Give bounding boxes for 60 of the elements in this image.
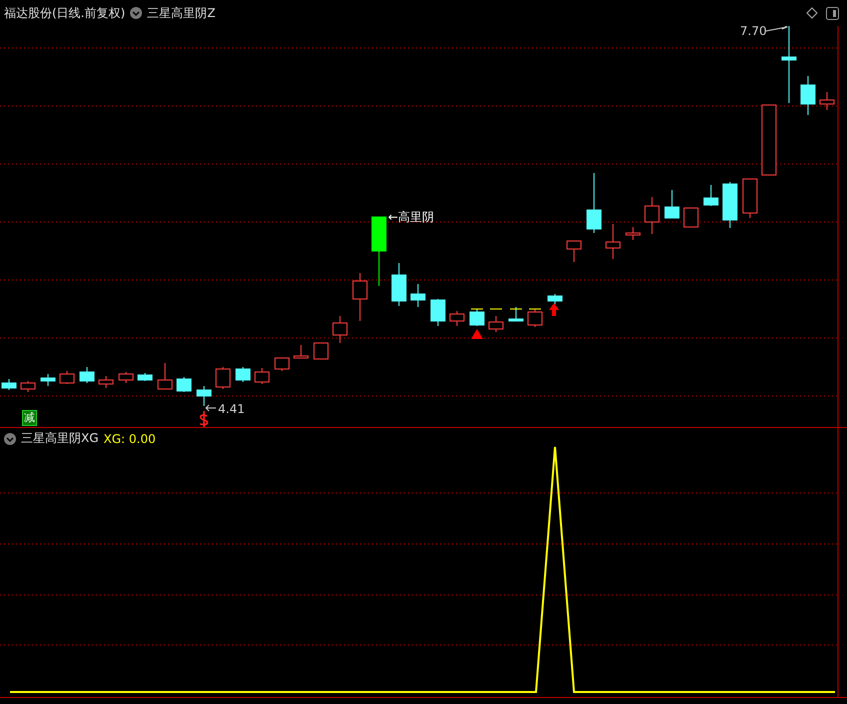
candlestick <box>586 172 602 234</box>
candlestick <box>40 374 56 386</box>
candlestick <box>20 380 36 392</box>
candlestick <box>80 366 94 384</box>
dollar-sign-icon <box>199 410 208 427</box>
candlestick <box>450 310 464 326</box>
low-price-label: 4.41 <box>218 402 245 416</box>
candlestick <box>392 262 406 306</box>
indicator-reading: XG: 0.00 <box>104 432 156 446</box>
indicator-name: 三星高里阴XG <box>21 430 99 447</box>
candlestick <box>196 386 212 406</box>
candlestick <box>60 370 74 384</box>
candlestick <box>332 316 348 344</box>
candlestick <box>762 104 776 176</box>
candlestick <box>216 366 230 390</box>
high-price-label: 7.70 <box>740 24 767 38</box>
stock-title: 福达股份(日线.前复权) <box>4 4 126 22</box>
candlestick <box>528 308 542 328</box>
candlestick <box>664 190 680 218</box>
candlestick <box>98 376 114 388</box>
candlestick <box>548 294 562 304</box>
candlestick <box>430 298 446 326</box>
marker-dashes-drawing <box>470 308 542 310</box>
panel-toggle-icon[interactable] <box>826 6 839 20</box>
candlestick <box>410 284 426 308</box>
candlestick <box>566 240 582 262</box>
candlestick <box>488 316 504 332</box>
diamond-icon[interactable] <box>806 7 818 19</box>
chevron-down-icon[interactable] <box>130 7 142 19</box>
candlestick <box>176 376 192 392</box>
candlestick <box>372 216 386 286</box>
candlestick <box>800 76 816 116</box>
candlestick <box>684 208 698 228</box>
reduce-badge: 减 <box>22 410 37 426</box>
candlestick <box>470 308 484 326</box>
chevron-down-icon[interactable] <box>4 432 16 444</box>
candlestick <box>236 366 250 382</box>
candlestick <box>352 272 368 322</box>
candlestick <box>704 184 718 206</box>
candlestick <box>606 224 620 260</box>
candlestick <box>820 92 834 110</box>
candlestick <box>274 358 290 372</box>
indicator-name: 三星高里阴Z <box>147 4 216 22</box>
candlestick <box>294 344 308 358</box>
candlestick <box>722 182 738 228</box>
up-triangle-icon <box>471 329 483 339</box>
signal-annotation: ←高里阴 <box>388 210 434 224</box>
candlestick <box>314 342 328 360</box>
candlestick <box>742 178 758 218</box>
up-arrow-icon <box>549 303 559 316</box>
right-arrow-icon <box>766 26 788 32</box>
left-arrow-icon <box>205 404 216 412</box>
candlestick <box>2 378 16 390</box>
candlestick <box>138 372 152 382</box>
candlestick <box>158 362 172 390</box>
candlestick <box>118 372 134 384</box>
candlestick <box>508 306 524 322</box>
candlestick <box>254 368 270 384</box>
candlestick <box>626 226 640 240</box>
candlestick <box>644 196 660 234</box>
